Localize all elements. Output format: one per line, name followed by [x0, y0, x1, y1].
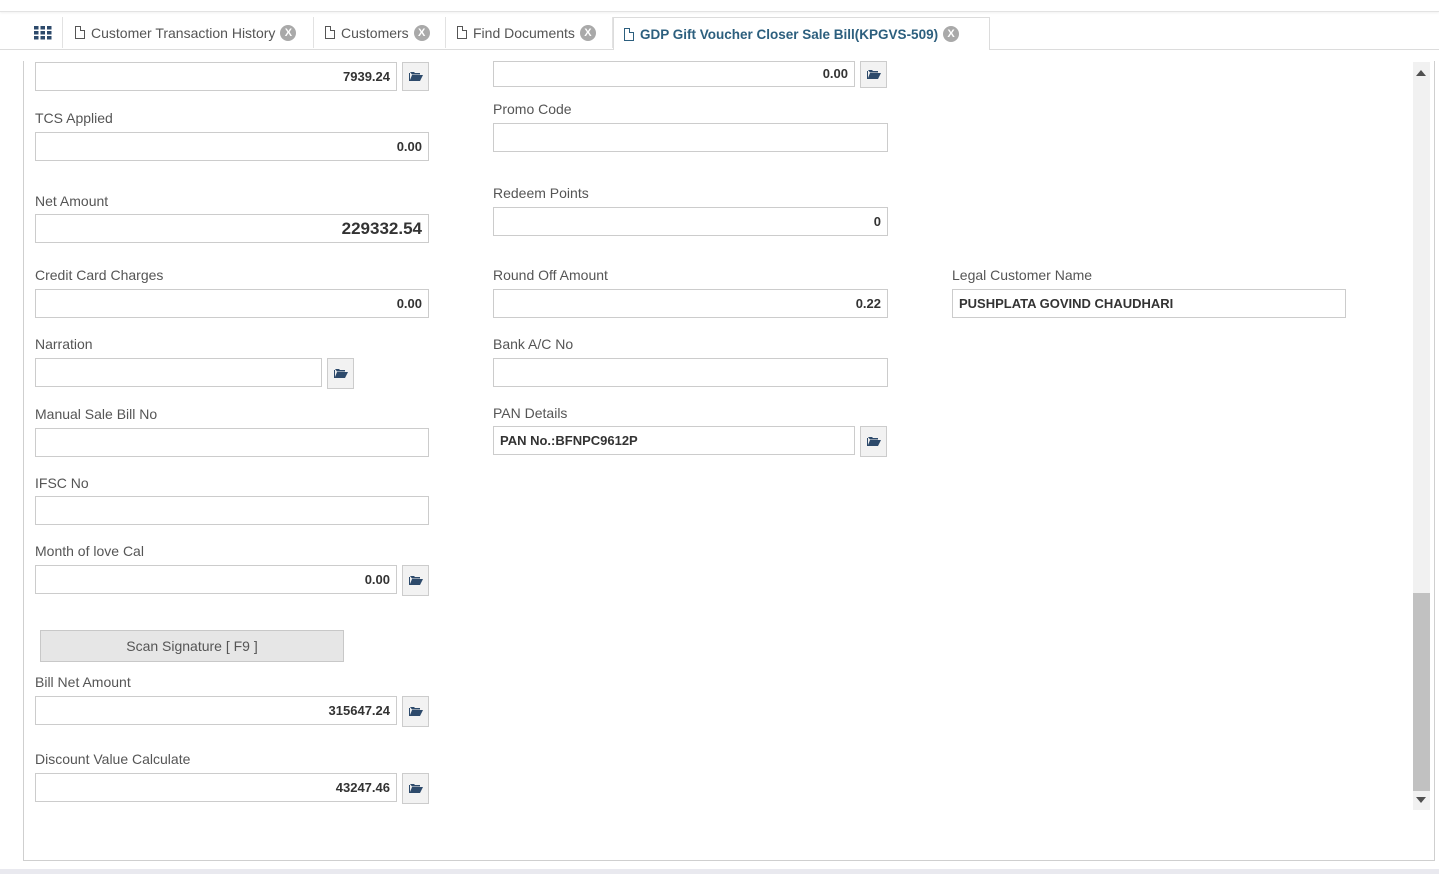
redeem-points-field[interactable]: 0 [493, 207, 888, 236]
form-panel [23, 61, 1435, 861]
month-of-love-lookup-button[interactable] [402, 565, 429, 596]
scroll-down-arrow-icon[interactable] [1416, 797, 1426, 803]
bottom-border [0, 869, 1439, 874]
narration-label: Narration [35, 336, 93, 352]
redeem-points-label: Redeem Points [493, 185, 589, 201]
tab-label: Customer Transaction History [91, 24, 276, 41]
pan-details-label: PAN Details [493, 405, 568, 421]
top-left-amount-field[interactable]: 7939.24 [35, 62, 397, 91]
pan-lookup-button[interactable] [860, 426, 887, 457]
folder-open-icon [408, 576, 423, 585]
folder-open-icon [408, 707, 423, 716]
document-icon [325, 26, 335, 39]
folder-open-icon [333, 369, 348, 378]
month-of-love-cal-label: Month of love Cal [35, 543, 144, 559]
net-amount-field[interactable]: 229332.54 [35, 214, 429, 243]
document-icon [75, 26, 85, 39]
narration-field[interactable] [35, 358, 322, 387]
document-icon [457, 26, 467, 39]
folder-open-icon [408, 784, 423, 793]
tab-label: Customers [341, 24, 409, 41]
grid-icon [34, 25, 52, 39]
apps-menu-button[interactable] [24, 17, 63, 48]
ifsc-no-field[interactable] [35, 496, 429, 525]
legal-customer-name-field[interactable]: PUSHPLATA GOVIND CHAUDHARI [952, 289, 1346, 318]
round-off-amount-label: Round Off Amount [493, 267, 608, 283]
tab-label: GDP Gift Voucher Closer Sale Bill(KPGVS-… [640, 26, 939, 42]
discount-value-calculate-label: Discount Value Calculate [35, 751, 191, 767]
close-icon[interactable]: X [413, 24, 430, 41]
tab-find-documents[interactable]: Find Documents X [447, 17, 613, 48]
folder-open-icon [866, 437, 881, 446]
tab-bar: Customer Transaction History X Customers… [0, 17, 1439, 50]
close-icon[interactable]: X [943, 26, 960, 42]
folder-open-icon [866, 70, 881, 79]
net-amount-label: Net Amount [35, 193, 109, 209]
document-icon [624, 27, 634, 41]
bank-ac-no-label: Bank A/C No [493, 336, 574, 352]
promo-code-field[interactable] [493, 123, 888, 152]
month-of-love-cal-field[interactable]: 0.00 [35, 565, 397, 594]
round-off-amount-field[interactable]: 0.22 [493, 289, 888, 318]
promo-code-label: Promo Code [493, 101, 572, 117]
discount-value-calculate-field[interactable]: 43247.46 [35, 773, 397, 802]
manual-sale-bill-no-label: Manual Sale Bill No [35, 406, 158, 422]
tab-customer-transaction-history[interactable]: Customer Transaction History X [65, 17, 314, 48]
bill-net-amount-label: Bill Net Amount [35, 674, 131, 690]
ifsc-no-label: IFSC No [35, 475, 89, 491]
credit-card-charges-field[interactable]: 0.00 [35, 289, 429, 318]
top-header-bar [0, 0, 1439, 12]
lookup-button[interactable] [402, 62, 429, 91]
pan-details-field[interactable]: PAN No.:BFNPC9612P [493, 426, 855, 455]
bill-net-amount-lookup-button[interactable] [402, 696, 429, 727]
bill-net-amount-field[interactable]: 315647.24 [35, 696, 397, 725]
tcs-applied-label: TCS Applied [35, 110, 113, 126]
narration-lookup-button[interactable] [327, 358, 354, 389]
top-mid-amount-field[interactable]: 0.00 [493, 61, 855, 87]
tcs-applied-field[interactable]: 0.00 [35, 132, 429, 161]
credit-card-charges-label: Credit Card Charges [35, 267, 164, 283]
bank-ac-no-field[interactable] [493, 358, 888, 387]
tab-gdp-gift-voucher-closer-sale-bill[interactable]: GDP Gift Voucher Closer Sale Bill(KPGVS-… [613, 17, 990, 50]
close-icon[interactable]: X [280, 24, 297, 41]
vertical-scrollbar-thumb[interactable] [1413, 593, 1430, 791]
lookup-button[interactable] [860, 61, 887, 88]
scroll-up-arrow-icon[interactable] [1416, 70, 1426, 76]
tab-label: Find Documents [473, 24, 575, 41]
legal-customer-name-label: Legal Customer Name [952, 267, 1093, 283]
discount-value-lookup-button[interactable] [402, 773, 429, 804]
tab-customers[interactable]: Customers X [315, 17, 446, 48]
close-icon[interactable]: X [579, 24, 596, 41]
scan-signature-button[interactable]: Scan Signature [ F9 ] [40, 630, 344, 662]
manual-sale-bill-no-field[interactable] [35, 428, 429, 457]
folder-open-icon [408, 72, 423, 81]
